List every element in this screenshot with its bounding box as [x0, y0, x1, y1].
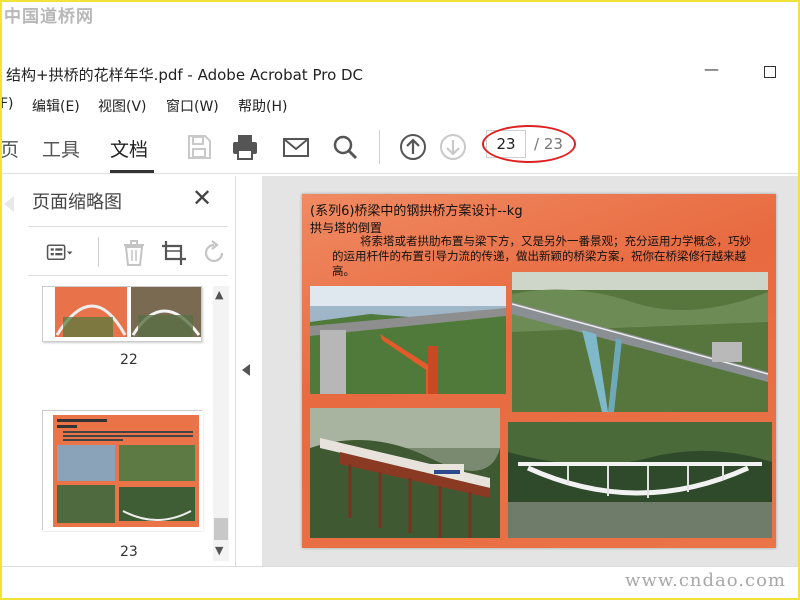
close-icon[interactable]: ✕	[192, 186, 212, 210]
menu-file[interactable]: F)	[0, 96, 14, 112]
bridge-photo-2	[512, 272, 768, 412]
thumbnail-options-icon[interactable]	[46, 239, 74, 271]
title-bar: 结构+拱桥的花样年华.pdf - Adobe Acrobat Pro DC —	[0, 58, 800, 88]
thumbnail-page-23[interactable]	[42, 410, 203, 531]
watermark-bottom: www.cndao.com	[625, 570, 786, 591]
toolbar: 页 工具 文档 23 / 23	[0, 122, 800, 174]
panel-title: 页面缩略图	[32, 192, 122, 213]
tab-document[interactable]: 文档	[110, 135, 148, 162]
thumbnail-label-22: 22	[120, 352, 138, 368]
bridge-photo-4	[508, 422, 772, 538]
scroll-down-icon[interactable]: ▼	[215, 544, 223, 557]
rotate-icon[interactable]	[200, 239, 228, 271]
toolbar-separator	[379, 130, 380, 164]
minimize-button[interactable]: —	[704, 60, 719, 78]
sidebar-notch	[4, 196, 14, 212]
thumbnail-label-23: 23	[120, 544, 138, 560]
print-icon[interactable]	[230, 132, 260, 162]
panel-toolbar	[28, 226, 228, 276]
menu-edit[interactable]: 编辑(E)	[32, 96, 80, 116]
save-icon[interactable]	[184, 132, 214, 162]
page-up-icon[interactable]	[398, 132, 428, 162]
thumbnail-page-22[interactable]	[42, 286, 202, 342]
scroll-up-icon[interactable]: ▲	[215, 288, 223, 301]
window-title: 结构+拱桥的花样年华.pdf - Adobe Acrobat Pro DC	[6, 66, 364, 84]
page-thumbnails-panel: 页面缩略图 ✕ 22 23 ▲ ▼	[14, 176, 236, 566]
scroll-thumb[interactable]	[214, 518, 228, 540]
watermark-top: 中国道桥网	[4, 7, 94, 27]
crop-page-icon[interactable]	[160, 239, 188, 271]
maximize-button[interactable]	[764, 66, 776, 78]
search-icon[interactable]	[330, 132, 360, 162]
pdf-page: (系列6)桥梁中的钢拱桥方案设计--kg 拱与塔的倒置 将索塔或者拱肋布置与梁下…	[302, 194, 776, 548]
active-tab-indicator	[110, 170, 154, 173]
menu-bar: F) 编辑(E) 视图(V) 窗口(W) 帮助(H)	[0, 94, 800, 116]
thumbnail-list: 22 23	[28, 286, 214, 561]
menu-window[interactable]: 窗口(W)	[166, 96, 219, 116]
bridge-photo-3	[310, 408, 500, 538]
menu-help[interactable]: 帮助(H)	[238, 96, 287, 116]
status-divider	[0, 566, 800, 567]
mail-icon[interactable]	[281, 132, 311, 162]
menu-view[interactable]: 视图(V)	[98, 96, 147, 116]
page-down-icon[interactable]	[438, 132, 468, 162]
delete-page-icon[interactable]	[120, 239, 148, 271]
page-heading: (系列6)桥梁中的钢拱桥方案设计--kg	[310, 204, 523, 219]
page-number-highlight	[482, 125, 576, 163]
tab-home[interactable]: 页	[0, 135, 19, 162]
bridge-photo-1	[310, 286, 506, 394]
tab-tools[interactable]: 工具	[42, 135, 80, 162]
document-view: (系列6)桥梁中的钢拱桥方案设计--kg 拱与塔的倒置 将索塔或者拱肋布置与梁下…	[262, 176, 800, 566]
thumbnail-scrollbar[interactable]: ▲ ▼	[213, 286, 229, 561]
collapse-panel-icon[interactable]	[242, 364, 250, 376]
panel-toolbar-separator	[98, 237, 99, 267]
